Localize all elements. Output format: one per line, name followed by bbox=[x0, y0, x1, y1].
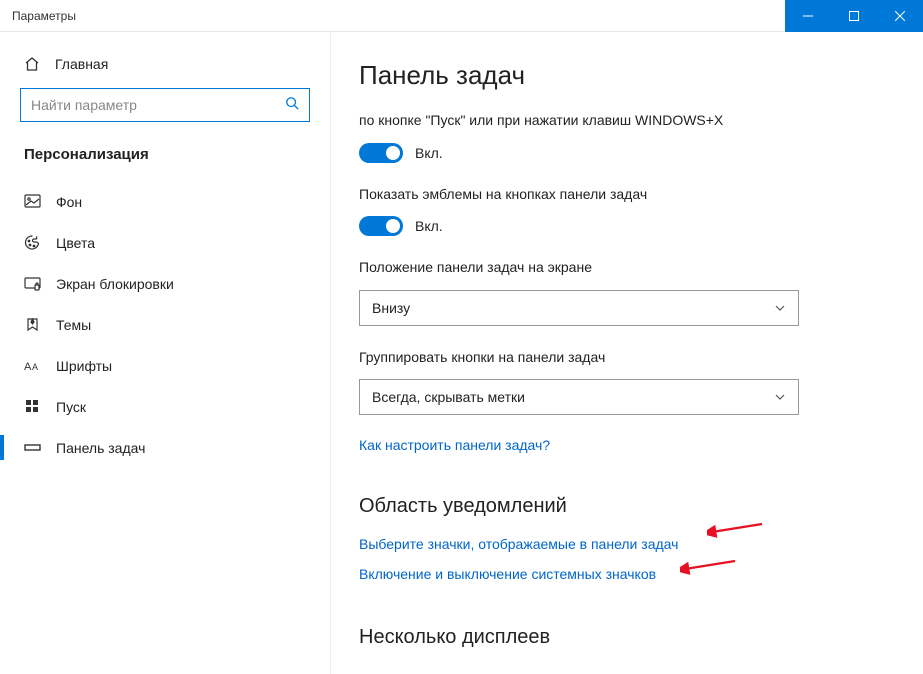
picture-icon bbox=[24, 193, 41, 210]
nav-label: Темы bbox=[56, 317, 91, 333]
lockscreen-icon bbox=[24, 275, 41, 292]
chevron-down-icon bbox=[774, 391, 786, 403]
toggle-state: Вкл. bbox=[415, 145, 443, 161]
window-controls bbox=[785, 0, 923, 31]
maximize-button[interactable] bbox=[831, 0, 877, 32]
nav-item-taskbar[interactable]: Панель задач bbox=[20, 427, 310, 468]
setting-powermenu: по кнопке "Пуск" или при нажатии клавиш … bbox=[359, 111, 893, 163]
multidisplay-title: Несколько дисплеев bbox=[359, 626, 893, 649]
palette-icon bbox=[24, 234, 41, 251]
setting-badges: Показать эмблемы на кнопках панели задач… bbox=[359, 185, 893, 237]
nav-item-fonts[interactable]: A A Шрифты bbox=[20, 345, 310, 386]
nav-item-start[interactable]: Пуск bbox=[20, 386, 310, 427]
content-area: Панель задач по кнопке "Пуск" или при на… bbox=[330, 32, 923, 674]
taskbar-icon bbox=[24, 439, 41, 456]
fonts-icon: A A bbox=[24, 357, 41, 374]
home-icon bbox=[24, 56, 40, 72]
setting-label: по кнопке "Пуск" или при нажатии клавиш … bbox=[359, 111, 893, 131]
sidebar: Главная Персонализация Фон bbox=[0, 32, 330, 674]
close-button[interactable] bbox=[877, 0, 923, 32]
nav-label: Фон bbox=[56, 194, 82, 210]
notification-area-title: Область уведомлений bbox=[359, 495, 893, 518]
link-select-icons[interactable]: Выберите значки, отображаемые в панели з… bbox=[359, 536, 678, 552]
setting-label: Группировать кнопки на панели задач bbox=[359, 348, 893, 368]
nav-label: Пуск bbox=[56, 399, 86, 415]
window-title: Параметры bbox=[0, 9, 76, 23]
svg-text:A: A bbox=[32, 362, 38, 372]
nav-label: Панель задач bbox=[56, 440, 145, 456]
search-icon bbox=[285, 96, 299, 115]
toggle-powermenu[interactable] bbox=[359, 143, 403, 163]
nav-item-background[interactable]: Фон bbox=[20, 181, 310, 222]
link-system-icons[interactable]: Включение и выключение системных значков bbox=[359, 566, 656, 582]
toggle-state: Вкл. bbox=[415, 218, 443, 234]
nav-item-colors[interactable]: Цвета bbox=[20, 222, 310, 263]
select-value: Внизу bbox=[372, 300, 410, 316]
select-grouping[interactable]: Всегда, скрывать метки bbox=[359, 379, 799, 415]
nav-item-themes[interactable]: Темы bbox=[20, 304, 310, 345]
category-title: Персонализация bbox=[20, 146, 310, 163]
svg-text:A: A bbox=[24, 361, 32, 373]
search-input[interactable] bbox=[31, 97, 285, 113]
home-label: Главная bbox=[55, 56, 108, 72]
select-position[interactable]: Внизу bbox=[359, 290, 799, 326]
themes-icon bbox=[24, 316, 41, 333]
setting-label: Положение панели задач на экране bbox=[359, 258, 893, 278]
titlebar: Параметры bbox=[0, 0, 923, 32]
setting-label: Показать эмблемы на кнопках панели задач bbox=[359, 185, 893, 205]
chevron-down-icon bbox=[774, 302, 786, 314]
nav-label: Шрифты bbox=[56, 358, 112, 374]
page-title: Панель задач bbox=[359, 60, 893, 91]
setting-position: Положение панели задач на экране Внизу bbox=[359, 258, 893, 326]
select-value: Всегда, скрывать метки bbox=[372, 389, 525, 405]
toggle-badges[interactable] bbox=[359, 216, 403, 236]
minimize-button[interactable] bbox=[785, 0, 831, 32]
home-nav[interactable]: Главная bbox=[20, 50, 310, 88]
setting-grouping: Группировать кнопки на панели задач Всег… bbox=[359, 348, 893, 416]
start-icon bbox=[24, 398, 41, 415]
nav-item-lockscreen[interactable]: Экран блокировки bbox=[20, 263, 310, 304]
help-link[interactable]: Как настроить панели задач? bbox=[359, 437, 550, 453]
nav-label: Цвета bbox=[56, 235, 95, 251]
search-box[interactable] bbox=[20, 88, 310, 122]
nav-label: Экран блокировки bbox=[56, 276, 174, 292]
